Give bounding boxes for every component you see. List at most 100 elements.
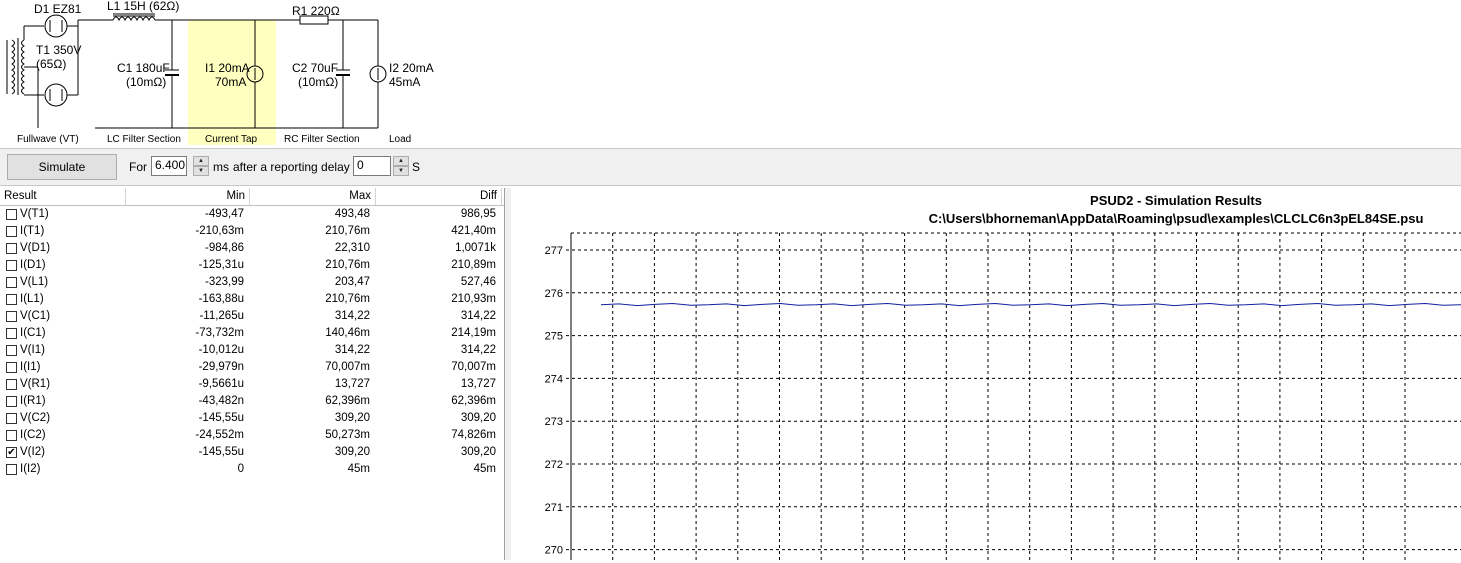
c1-esr-label: (10mΩ) — [126, 75, 166, 89]
diff-value: 527,46 — [460, 276, 496, 288]
row-checkbox[interactable]: ✔ — [6, 447, 17, 458]
table-row[interactable]: I(I2) 0 45m 45m — [0, 461, 504, 478]
y-tick-label: 277 — [545, 245, 563, 257]
seconds-label: S — [412, 160, 421, 174]
header-diff[interactable]: Diff — [376, 188, 502, 205]
for-label: For — [129, 160, 147, 174]
delay-spinner[interactable]: ▲ ▼ — [393, 156, 409, 176]
row-checkbox[interactable] — [6, 379, 17, 390]
duration-input[interactable]: 6.400 — [151, 156, 187, 176]
table-row[interactable]: I(I1) -29,979n 70,007m 70,007m — [0, 359, 504, 376]
table-row[interactable]: V(I1) -10,012u 314,22 314,22 — [0, 342, 504, 359]
header-min[interactable]: Min — [126, 188, 250, 205]
delay-input[interactable]: 0 — [353, 156, 391, 176]
section-fullwave[interactable]: Fullwave (VT) — [17, 134, 79, 145]
diff-value: 214,19m — [451, 327, 496, 339]
max-value: 45m — [347, 463, 370, 475]
row-checkbox[interactable] — [6, 294, 17, 305]
min-value: -163,88u — [198, 293, 244, 305]
table-row[interactable]: I(D1) -125,31u 210,76m 210,89m — [0, 257, 504, 274]
row-checkbox[interactable] — [6, 260, 17, 271]
result-name: V(L1) — [20, 276, 49, 288]
min-value: -9,5661u — [198, 378, 244, 390]
row-checkbox[interactable] — [6, 277, 17, 288]
spin-down-icon[interactable]: ▼ — [393, 166, 409, 176]
table-row[interactable]: I(C1) -73,732m 140,46m 214,19m — [0, 325, 504, 342]
diff-value: 314,22 — [460, 344, 496, 356]
results-table[interactable]: Result Min Max Diff V(T1) -493,47 493,48 98… — [0, 188, 505, 560]
c2-symbol — [336, 20, 350, 128]
ms-label: ms — [213, 160, 229, 174]
result-name: I(C1) — [20, 327, 46, 339]
result-name: I(C2) — [20, 429, 46, 441]
result-name: I(T1) — [20, 225, 45, 237]
section-current-tap[interactable]: Current Tap — [205, 134, 258, 145]
min-value: -73,732m — [195, 327, 244, 339]
row-checkbox[interactable] — [6, 311, 17, 322]
table-row[interactable]: V(T1) -493,47 493,48 986,95 — [0, 206, 504, 223]
chart-subtitle: C:\Users\bhorneman\AppData\Roaming\psud\… — [929, 211, 1424, 226]
table-row[interactable]: ✔ V(I2) -145,55u 309,20 309,20 — [0, 444, 504, 461]
result-name: V(D1) — [20, 242, 51, 254]
spin-up-icon[interactable]: ▲ — [393, 156, 409, 166]
diff-value: 314,22 — [460, 310, 496, 322]
section-lc-filter[interactable]: LC Filter Section — [107, 134, 181, 145]
y-tick-label: 273 — [545, 416, 563, 428]
result-name: I(I1) — [20, 361, 41, 373]
row-checkbox[interactable] — [6, 226, 17, 237]
duration-spinner[interactable]: ▲ ▼ — [193, 156, 209, 176]
diff-value: 421,40m — [451, 225, 496, 237]
row-checkbox[interactable] — [6, 345, 17, 356]
row-checkbox[interactable] — [6, 243, 17, 254]
c1-label: C1 180uF — [117, 61, 170, 75]
table-row[interactable]: I(L1) -163,88u 210,76m 210,93m — [0, 291, 504, 308]
min-value: -10,012u — [198, 344, 244, 356]
diff-value: 70,007m — [451, 361, 496, 373]
max-value: 62,396m — [325, 395, 370, 407]
max-value: 70,007m — [325, 361, 370, 373]
simulate-button[interactable]: Simulate — [7, 154, 117, 180]
result-name: I(R1) — [20, 395, 46, 407]
row-checkbox[interactable] — [6, 413, 17, 424]
result-name: I(L1) — [20, 293, 44, 305]
y-tick-label: 276 — [545, 288, 563, 300]
simulation-toolbar: Simulate For 6.400 ▲ ▼ ms after a report… — [0, 148, 1461, 186]
diff-value: 210,93m — [451, 293, 496, 305]
row-checkbox[interactable] — [6, 362, 17, 373]
diff-value: 309,20 — [460, 412, 496, 424]
row-checkbox[interactable] — [6, 209, 17, 220]
header-result[interactable]: Result — [0, 188, 126, 205]
row-checkbox[interactable] — [6, 328, 17, 339]
header-max[interactable]: Max — [250, 188, 376, 205]
min-value: -210,63m — [195, 225, 244, 237]
table-row[interactable]: V(L1) -323,99 203,47 527,46 — [0, 274, 504, 291]
spin-up-icon[interactable]: ▲ — [193, 156, 209, 166]
row-checkbox[interactable] — [6, 464, 17, 475]
i1-label: I1 20mA — [205, 61, 250, 75]
simulation-chart[interactable]: PSUD2 - Simulation Results C:\Users\bhor… — [511, 188, 1461, 560]
chart-svg: PSUD2 - Simulation Results C:\Users\bhor… — [545, 193, 1461, 560]
r1-label: R1 220Ω — [292, 4, 340, 18]
table-row[interactable]: I(C2) -24,552m 50,273m 74,826m — [0, 427, 504, 444]
spin-down-icon[interactable]: ▼ — [193, 166, 209, 176]
min-value: -43,482n — [198, 395, 244, 407]
row-checkbox[interactable] — [6, 430, 17, 441]
t1-resistance-label: (65Ω) — [36, 57, 66, 71]
min-value: -125,31u — [198, 259, 244, 271]
result-name: V(C1) — [20, 310, 51, 322]
table-row[interactable]: V(C1) -11,265u 314,22 314,22 — [0, 308, 504, 325]
min-value: -145,55u — [198, 446, 244, 458]
table-row[interactable]: V(C2) -145,55u 309,20 309,20 — [0, 410, 504, 427]
max-value: 210,76m — [325, 225, 370, 237]
section-rc-filter[interactable]: RC Filter Section — [284, 134, 360, 145]
row-checkbox[interactable] — [6, 396, 17, 407]
table-row[interactable]: I(T1) -210,63m 210,76m 421,40m — [0, 223, 504, 240]
y-tick-label: 271 — [545, 502, 563, 514]
table-row[interactable]: V(D1) -984,86 22,310 1,0071k — [0, 240, 504, 257]
table-row[interactable]: I(R1) -43,482n 62,396m 62,396m — [0, 393, 504, 410]
circuit-schematic[interactable]: D1 EZ81 T1 350V (65Ω) L1 15H (62Ω) C1 18… — [0, 0, 1461, 148]
d1-label: D1 EZ81 — [34, 2, 82, 16]
diff-value: 74,826m — [451, 429, 496, 441]
section-load[interactable]: Load — [389, 134, 411, 145]
table-row[interactable]: V(R1) -9,5661u 13,727 13,727 — [0, 376, 504, 393]
